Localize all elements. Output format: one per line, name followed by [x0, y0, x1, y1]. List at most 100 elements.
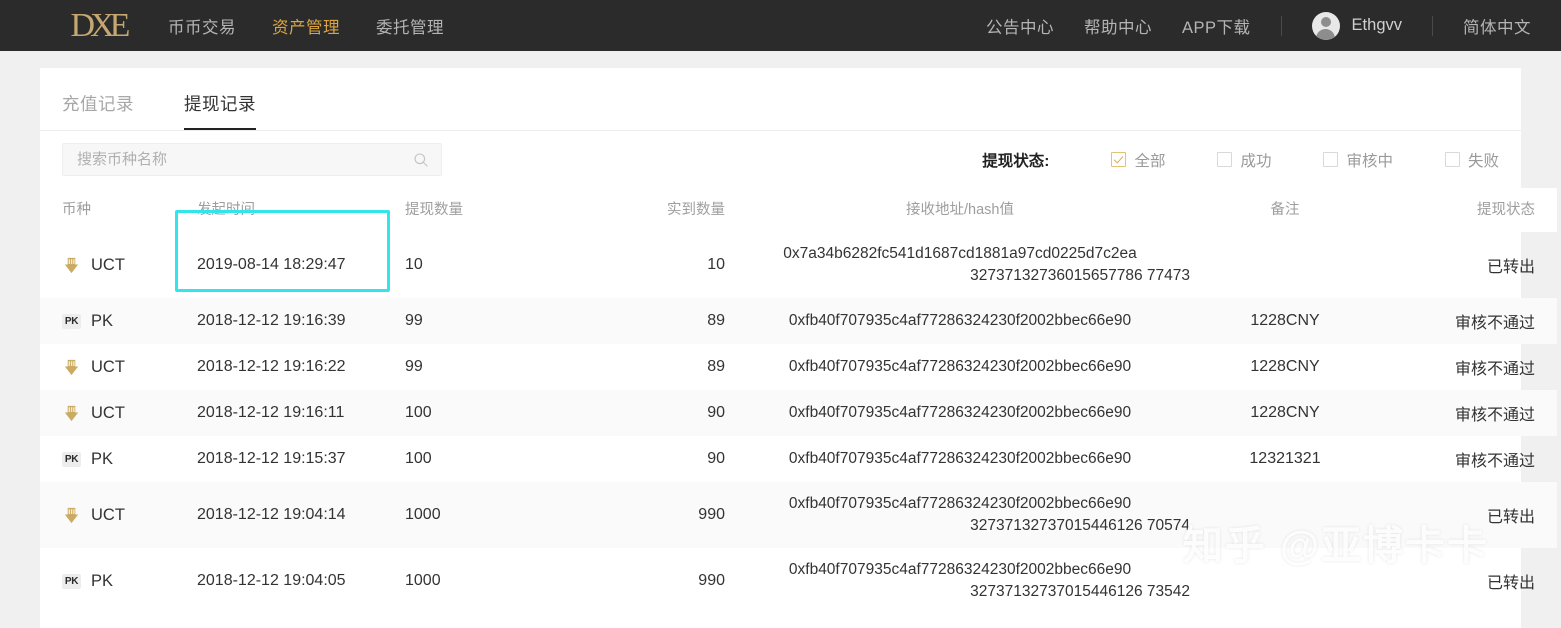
- table-header: 币种 发起时间 提现数量 实到数量 接收地址/hash值 备注 提现状态: [40, 188, 1557, 232]
- address-line-1: 0xfb40f707935c4af77286324230f2002bbec66e…: [788, 312, 1132, 329]
- coin-name: PK: [91, 311, 114, 330]
- site-logo[interactable]: DXE: [56, 5, 140, 47]
- search-icon[interactable]: [413, 152, 429, 168]
- user-account-menu[interactable]: Ethgvv: [1311, 11, 1402, 40]
- avatar-icon: [1311, 11, 1340, 40]
- cell-time: 2018-12-12 19:16:39: [197, 298, 405, 344]
- cell-amount: 99: [405, 358, 423, 375]
- column-header-status: 提现状态: [1375, 188, 1557, 232]
- cell-address[interactable]: 0xfb40f707935c4af77286324230f2002bbec66e…: [725, 436, 1195, 482]
- coin-cell: PK PK: [62, 572, 197, 591]
- address-line-1: 0x7a34b6282fc541d1687cd1881a97cd0225d7c2…: [783, 245, 1137, 262]
- cell-amount: 10: [405, 256, 423, 273]
- cell-coin: UCT: [40, 482, 197, 548]
- cell-time: 2019-08-14 18:29:47: [197, 256, 346, 273]
- status-checkbox-all[interactable]: 全部: [1111, 149, 1165, 171]
- pk-coin-icon: PK: [62, 451, 81, 467]
- cell-address[interactable]: 0xfb40f707935c4af77286324230f2002bbec66e…: [725, 344, 1195, 390]
- checkbox-icon-all[interactable]: [1111, 152, 1127, 167]
- cell-actual-amount: 89: [707, 358, 725, 375]
- address-line-2: 32737132736015657786 77473: [970, 267, 1190, 284]
- coin-name: PK: [91, 571, 114, 590]
- cell-amount: 1000: [405, 572, 441, 589]
- status-checkbox-success[interactable]: 成功: [1217, 149, 1271, 171]
- cell-status: 审核不通过: [1454, 453, 1535, 470]
- column-header-time: 发起时间: [197, 188, 405, 232]
- table-row[interactable]: PK PK 2018-12-12 19:04:05 1000 990 0xfb40f707…: [40, 548, 1557, 614]
- cell-amount: 1000: [405, 482, 535, 548]
- nav-item-coin-trade[interactable]: 币币交易: [168, 14, 236, 38]
- status-option-label-all: 全部: [1134, 152, 1166, 170]
- status-checkbox-failed[interactable]: 失败: [1444, 149, 1499, 171]
- cell-actual-amount: 10: [707, 256, 725, 273]
- cell-address[interactable]: 0xfb40f707935c4af77286324230f2002bbec66e…: [725, 548, 1195, 614]
- table-row[interactable]: UCT 2018-12-12 19:16:22 99 89 0xfb40f707935c…: [40, 344, 1557, 390]
- cell-address[interactable]: 0xfb40f707935c4af77286324230f2002bbec66e…: [725, 390, 1195, 436]
- secondary-nav: 公告中心 帮助中心 APP下载 Ethgvv 简体中文: [986, 0, 1531, 51]
- coin-name: UCT: [91, 403, 125, 422]
- uct-coin-icon: [64, 507, 79, 523]
- status-checkbox-reviewing[interactable]: 审核中: [1323, 149, 1393, 171]
- nav-item-order-management[interactable]: 委托管理: [376, 14, 444, 38]
- cell-actual-amount: 90: [707, 450, 725, 467]
- records-card: 充值记录 提现记录 提现状态: 全部 成功: [40, 68, 1557, 628]
- coin-cell: UCT: [62, 358, 197, 377]
- tab-deposit-records[interactable]: 充值记录: [62, 91, 134, 130]
- address-line-2: 32737132737015446126 73542: [970, 583, 1190, 600]
- cell-coin: PK PK: [40, 548, 197, 614]
- cell-time: 2018-12-12 19:15:37: [197, 450, 346, 467]
- coin-cell: UCT: [62, 256, 197, 275]
- status-filter-label: 提现状态:: [982, 152, 1050, 170]
- cell-status: 审核不通过: [1375, 390, 1557, 436]
- coin-name: PK: [91, 449, 114, 468]
- column-header-amount: 提现数量: [405, 188, 535, 232]
- cell-memo: 1228CNY: [1250, 358, 1320, 375]
- cell-status: 审核不通过: [1454, 361, 1535, 378]
- cell-address[interactable]: 0xfb40f707935c4af77286324230f2002bbec66e…: [725, 482, 1195, 548]
- cell-address[interactable]: 0x7a34b6282fc541d1687cd1881a97cd0225d7c2…: [725, 232, 1195, 298]
- nav-item-help-center[interactable]: 帮助中心: [1084, 14, 1152, 38]
- search-box[interactable]: [62, 143, 442, 176]
- table-row[interactable]: PK PK 2018-12-12 19:16:39 99 89 0xfb40f707935…: [40, 298, 1557, 344]
- primary-nav: 币币交易 资产管理 委托管理: [168, 14, 444, 38]
- cell-actual-amount: 990: [698, 572, 725, 589]
- uct-coin-icon: [64, 359, 79, 375]
- cell-amount: 99: [405, 298, 535, 344]
- coin-cell: UCT: [62, 404, 197, 423]
- address-line-2: 32737132737015446126 70574: [970, 517, 1190, 534]
- address-line-1: 0xfb40f707935c4af77286324230f2002bbec66e…: [788, 358, 1132, 375]
- cell-actual-amount: 990: [535, 482, 725, 548]
- search-input[interactable]: [75, 150, 413, 169]
- cell-time: 2018-12-12 19:04:14: [197, 482, 405, 548]
- table-row[interactable]: PK PK 2018-12-12 19:15:37 100 90 0xfb40f70793…: [40, 436, 1557, 482]
- nav-item-announcements[interactable]: 公告中心: [986, 14, 1054, 38]
- nav-divider-left: [1280, 15, 1282, 36]
- cell-memo: 1228CNY: [1195, 298, 1375, 344]
- nav-item-asset-management[interactable]: 资产管理: [272, 14, 340, 38]
- cell-time: 2018-12-12 19:16:22: [197, 358, 346, 375]
- address-line-1: 0xfb40f707935c4af77286324230f2002bbec66e…: [788, 450, 1132, 467]
- checkbox-icon-success[interactable]: [1217, 152, 1233, 167]
- column-header-coin: 币种: [40, 188, 197, 232]
- cell-time: 2018-12-12 19:16:11: [197, 390, 405, 436]
- column-header-address: 接收地址/hash值: [725, 188, 1195, 232]
- status-filter-group: 提现状态: 全部 成功 审核中 失败: [982, 131, 1499, 188]
- checkbox-icon-failed[interactable]: [1444, 152, 1460, 167]
- tab-withdraw-records[interactable]: 提现记录: [184, 91, 256, 130]
- checkbox-icon-reviewing[interactable]: [1323, 152, 1339, 167]
- cell-memo: [1195, 548, 1375, 614]
- nav-item-app-download[interactable]: APP下载: [1182, 14, 1251, 38]
- cell-amount: 100: [405, 390, 535, 436]
- cell-memo: 1228CNY: [1195, 390, 1375, 436]
- table-row[interactable]: UCT 2018-12-12 19:16:11 100 90 0xfb40f707935…: [40, 390, 1557, 436]
- cell-coin: UCT: [40, 390, 197, 436]
- coin-name: UCT: [91, 255, 125, 274]
- uct-coin-icon: [64, 257, 79, 273]
- cell-coin: PK PK: [40, 298, 197, 344]
- language-selector[interactable]: 简体中文: [1463, 14, 1531, 38]
- nav-divider-right: [1432, 15, 1433, 36]
- cell-actual-amount: 90: [535, 390, 725, 436]
- table-row[interactable]: UCT 2018-12-12 19:04:14 1000 990 0xfb40f7079…: [40, 482, 1557, 548]
- table-row[interactable]: UCT 2019-08-14 18:29:47 10 10 0x7a34b6282fc5…: [40, 232, 1557, 298]
- cell-address[interactable]: 0xfb40f707935c4af77286324230f2002bbec66e…: [725, 298, 1195, 344]
